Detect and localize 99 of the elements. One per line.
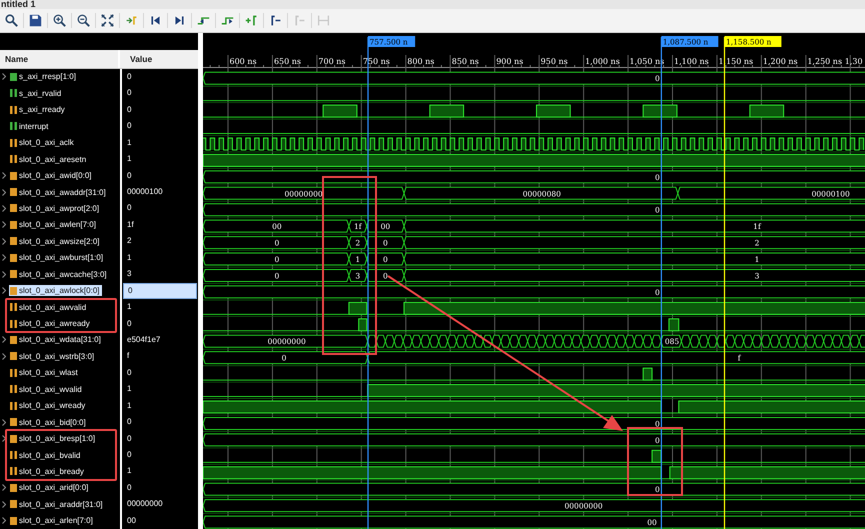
annotation-box — [627, 427, 683, 496]
skip-end-icon[interactable] — [173, 14, 186, 27]
arrow-bracket-icon[interactable] — [125, 14, 138, 27]
signal-value: 1 — [126, 400, 132, 412]
chevron-right-icon[interactable] — [2, 188, 6, 196]
signal-value: 0 — [126, 416, 132, 428]
chevron-right-icon[interactable] — [2, 270, 6, 278]
signal-name[interactable]: slot_0_axi_bvalid — [9, 450, 82, 461]
skip-start-icon[interactable] — [149, 14, 162, 27]
signal-name[interactable]: slot_0_axi_aclk — [9, 137, 76, 148]
signal-value: 0 — [126, 318, 132, 330]
signal-name[interactable]: slot_0_axi_bresp[1:0] — [9, 433, 98, 444]
chevron-right-icon[interactable] — [2, 73, 6, 80]
chevron-right-icon[interactable] — [2, 238, 6, 245]
chevron-right-icon[interactable] — [2, 517, 6, 524]
time-tick-label: 600 ns — [230, 57, 257, 66]
time-tick-label: 650 ns — [274, 57, 302, 66]
signal-value: 0 — [126, 482, 132, 494]
signal-value: 0 — [123, 282, 197, 299]
signal-value: 1 — [126, 153, 132, 166]
signal-name[interactable]: slot_0_axi_wdata[31:0] — [9, 334, 103, 346]
time-tick-label: 1,30 — [844, 57, 863, 66]
signal-name[interactable]: slot_0_axi_awlock[0:0] — [9, 285, 102, 296]
signal-value: 1f — [126, 218, 135, 231]
chevron-right-icon[interactable] — [2, 287, 6, 294]
signal-value: 0 — [126, 170, 132, 182]
signal-name[interactable]: slot_0_axi_bready — [9, 466, 86, 477]
chevron-right-icon[interactable] — [2, 254, 6, 262]
signal-value: 1 — [126, 465, 132, 478]
time-tick-label: 1,200 ns — [762, 57, 798, 66]
signal-name[interactable]: slot_0_axi_wstrb[3:0] — [9, 350, 96, 362]
cursor-line[interactable] — [367, 37, 369, 529]
signal-value: f — [126, 350, 130, 362]
signal-name[interactable]: slot_0_axi_awaddr[31:0] — [9, 186, 108, 198]
signal-value: 0 — [126, 120, 132, 132]
chevron-right-icon[interactable] — [2, 204, 6, 212]
signal-name[interactable]: s_axi_rvalid — [9, 88, 64, 99]
time-tick-label: 900 ns — [496, 57, 524, 66]
signal-name[interactable]: slot_0_axi_awcache[3:0] — [9, 268, 109, 280]
signal-value: e504f1e7 — [126, 334, 162, 346]
signal-value: 1 — [126, 301, 132, 314]
signal-name[interactable]: slot_0_axi_wlast — [9, 367, 80, 378]
time-tick-label: 1,000 ns — [585, 57, 620, 66]
signal-value: 1 — [126, 383, 132, 396]
signal-name[interactable]: slot_0_axi_araddr[31:0] — [9, 498, 105, 510]
signal-name[interactable]: interrupt — [9, 120, 50, 132]
signal-name[interactable]: slot_0_axi_awid[0:0] — [9, 170, 94, 182]
chevron-right-icon[interactable] — [2, 500, 6, 508]
window-title: ntitled 1 — [1, 0, 36, 9]
signal-value: 00 — [126, 514, 137, 527]
signal-value: 00000100 — [126, 186, 164, 198]
chevron-right-icon[interactable] — [2, 221, 6, 228]
fit-arrows-icon[interactable] — [101, 14, 114, 27]
add-marker-icon[interactable] — [245, 14, 258, 27]
time-tick-label: 700 ns — [318, 57, 346, 66]
signal-value: 0 — [126, 70, 132, 83]
time-tick-label: 950 ns — [540, 57, 568, 66]
time-tick-label: 850 ns — [452, 57, 479, 66]
signal-value: 0 — [126, 449, 132, 462]
signal-name[interactable]: slot_0_axi_arlen[7:0] — [9, 515, 95, 526]
signal-name[interactable]: slot_0_axi_bid[0:0] — [9, 416, 88, 428]
chevron-right-icon[interactable] — [2, 172, 6, 180]
signal-name[interactable]: slot_0_axi_awburst[1:0] — [9, 252, 106, 264]
signal-name[interactable]: slot_0_axi_awsize[2:0] — [9, 236, 102, 247]
signal-name[interactable]: slot_0_axi_wvalid — [9, 384, 84, 395]
time-tick-label: 800 ns — [407, 57, 434, 66]
signal-value: 0 — [126, 87, 132, 100]
signal-value: 2 — [126, 235, 132, 248]
time-tick-label: 1,100 ns — [674, 57, 709, 66]
name-column-header[interactable]: Name — [0, 50, 120, 68]
signal-value: 0 — [126, 202, 132, 214]
zoom-in-icon[interactable] — [53, 14, 66, 27]
signal-name[interactable]: slot_0_axi_aresetn — [9, 154, 88, 165]
marker-left-icon[interactable] — [269, 14, 282, 27]
signal-name[interactable]: slot_0_axi_wready — [9, 400, 88, 412]
time-tick-label: 1,250 ns — [807, 57, 842, 66]
chevron-right-icon[interactable] — [2, 336, 6, 344]
signal-value: 3 — [126, 268, 132, 280]
signal-value: 0 — [126, 104, 132, 116]
signal-name[interactable]: slot_0_axi_arid[0:0] — [9, 482, 90, 494]
value-column-header[interactable]: Value — [120, 50, 198, 68]
search-icon[interactable] — [5, 14, 18, 27]
signal-name[interactable]: s_axi_rresp[1:0] — [9, 71, 78, 82]
signal-value: 0 — [126, 432, 132, 445]
signal-name[interactable]: slot_0_axi_awvalid — [9, 302, 88, 313]
chevron-right-icon[interactable] — [2, 352, 6, 360]
signal-name[interactable]: slot_0_axi_awprot[2:0] — [9, 202, 102, 214]
signal-name[interactable]: slot_0_axi_awready — [9, 318, 92, 330]
signal-value: 1 — [126, 252, 132, 264]
signal-value: 1 — [126, 136, 132, 149]
signal-name[interactable]: s_axi_rready — [9, 104, 67, 116]
save-icon[interactable] — [29, 14, 42, 27]
signal-name[interactable]: slot_0_axi_awlen[7:0] — [9, 219, 98, 230]
chevron-right-icon[interactable] — [2, 435, 6, 442]
signal-value: 00000000 — [126, 498, 164, 510]
chevron-right-icon[interactable] — [2, 418, 6, 426]
chevron-right-icon[interactable] — [2, 484, 6, 492]
zoom-out-icon[interactable] — [77, 14, 90, 27]
signal-value: 0 — [126, 366, 132, 379]
